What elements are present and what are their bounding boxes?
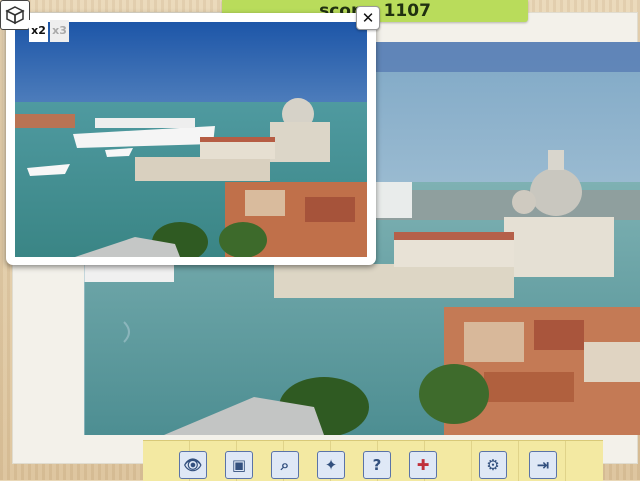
reference-preview-window[interactable]	[6, 13, 376, 265]
puzzle-box-icon[interactable]	[0, 0, 30, 30]
bottom-toolbar: 👁 ▣ ⌕ ✦ ? ✚ ⚙ ⇥	[143, 440, 603, 481]
magnifier-icon[interactable]: ⌕	[271, 451, 299, 479]
gear-icon[interactable]: ⚙	[479, 451, 507, 479]
picture-icon[interactable]: ▣	[225, 451, 253, 479]
puzzle-pieces-icon[interactable]: ✚	[409, 451, 437, 479]
multiplier-x2: x2	[29, 20, 48, 42]
score-value: 1107	[383, 1, 431, 21]
eye-icon[interactable]: 👁	[179, 451, 207, 479]
multiplier-x3: x3	[50, 20, 69, 42]
help-icon[interactable]: ?	[363, 451, 391, 479]
close-preview-button[interactable]: ✕	[356, 6, 380, 30]
scatter-pieces-icon[interactable]: ✦	[317, 451, 345, 479]
reference-preview-image	[15, 22, 367, 257]
exit-door-icon[interactable]: ⇥	[529, 451, 557, 479]
